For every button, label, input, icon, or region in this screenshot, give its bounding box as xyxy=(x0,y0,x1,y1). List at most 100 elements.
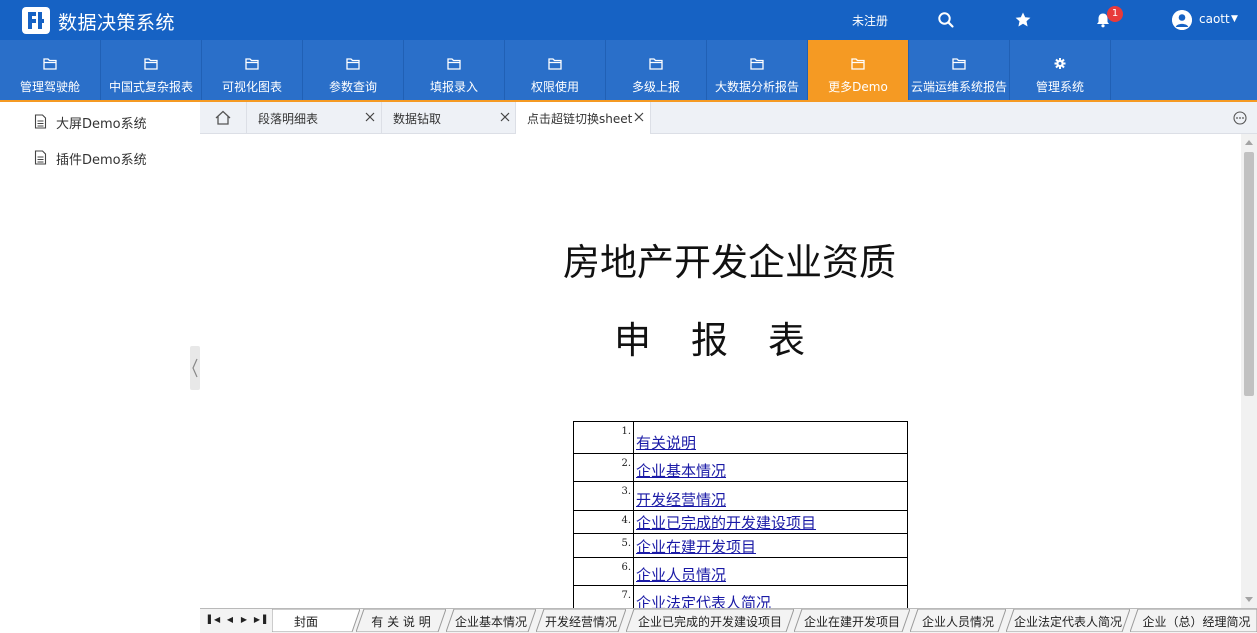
table-of-contents: 1. 有关说明 2. 企业基本情况 3. 开发经营情况 4. 企业已完成的开发建… xyxy=(573,421,908,608)
sheet-tab-general-manager[interactable]: 企业（总）经理简况 xyxy=(1130,609,1257,632)
nav-item-label: 多级上报 xyxy=(631,80,680,94)
sheet-tab-personnel[interactable]: 企业人员情况 xyxy=(910,609,1006,632)
nav-item-label: 云端运维系统报告 xyxy=(910,80,1007,94)
table-row: 2. 企业基本情况 xyxy=(573,453,908,482)
folder-icon xyxy=(649,58,663,70)
sheet-tab-completed-projects[interactable]: 企业已完成的开发建设项目 xyxy=(626,609,794,632)
chevron-left-icon xyxy=(192,358,198,378)
nav-item-label: 管理系统 xyxy=(1035,80,1084,94)
tab-data-drill[interactable]: 数据钻取 xyxy=(382,102,516,133)
nav-item-cloud-ops[interactable]: 云端运维系统报告 xyxy=(909,40,1010,100)
nav-item-label: 填报录入 xyxy=(429,80,478,94)
sidebar-item-label: 大屏Demo系统 xyxy=(56,117,147,132)
scrollbar-thumb[interactable] xyxy=(1244,152,1254,396)
close-icon[interactable] xyxy=(364,111,376,123)
gear-icon xyxy=(1054,58,1066,69)
nav-item-param-query[interactable]: 参数查询 xyxy=(303,40,404,100)
sidebar: 大屏Demo系统 插件Demo系统 xyxy=(0,102,200,632)
home-icon xyxy=(215,110,231,125)
caret-down-icon[interactable]: ▼ xyxy=(1231,14,1238,24)
nav-item-cockpit[interactable]: 管理驾驶舱 xyxy=(0,40,101,100)
report-subtitle: 申报表 xyxy=(614,319,845,362)
nav-item-permissions[interactable]: 权限使用 xyxy=(505,40,606,100)
table-row: 6. 企业人员情况 xyxy=(573,557,908,586)
search-icon[interactable] xyxy=(937,11,955,29)
tab-home[interactable] xyxy=(200,102,247,133)
sheet-tab-notes[interactable]: 有 关 说 明 xyxy=(356,609,446,632)
folder-icon xyxy=(952,58,966,70)
sheet-tab-label: 企业（总）经理简况 xyxy=(1142,615,1251,629)
nav-item-bigdata-report[interactable]: 大数据分析报告 xyxy=(707,40,808,100)
register-status[interactable]: 未注册 xyxy=(852,12,888,29)
user-name[interactable]: caott xyxy=(1199,12,1230,26)
top-bar: 数据决策系统 未注册 1 caott ▼ xyxy=(0,0,1257,40)
table-row: 3. 开发经营情况 xyxy=(573,481,908,511)
sheet-tab-operations[interactable]: 开发经营情况 xyxy=(536,609,626,632)
sheet-tab-label: 企业基本情况 xyxy=(454,615,527,629)
toc-link[interactable]: 企业基本情况 xyxy=(636,462,726,480)
toc-link[interactable]: 开发经营情况 xyxy=(636,491,726,509)
close-icon[interactable] xyxy=(499,111,511,123)
user-avatar-icon[interactable] xyxy=(1172,10,1192,30)
tab-label: 段落明细表 xyxy=(258,112,319,126)
toc-number: 4. xyxy=(573,510,634,534)
star-icon[interactable] xyxy=(1014,11,1032,29)
sheet-tab-ongoing-projects[interactable]: 企业在建开发项目 xyxy=(794,609,910,632)
nav-item-label: 管理驾驶舱 xyxy=(19,80,80,94)
table-row: 1. 有关说明 xyxy=(573,421,908,454)
toc-link[interactable]: 企业已完成的开发建设项目 xyxy=(636,514,816,532)
tab-hyperlink-switch-sheet[interactable]: 点击超链切换sheet xyxy=(516,102,651,134)
folder-icon xyxy=(447,58,461,70)
scroll-down-arrow-icon[interactable] xyxy=(1245,597,1253,602)
folder-icon xyxy=(144,58,158,70)
last-sheet-icon[interactable]: ▶▐ xyxy=(253,613,267,627)
sidebar-collapse-handle[interactable] xyxy=(190,346,200,390)
table-row: 5. 企业在建开发项目 xyxy=(573,533,908,558)
sheet-tab-label: 有 关 说 明 xyxy=(371,615,431,629)
tab-label: 数据钻取 xyxy=(393,112,442,126)
report-title: 房地产开发企业资质 xyxy=(563,241,896,284)
sidebar-item-label: 插件Demo系统 xyxy=(56,153,147,168)
folder-icon xyxy=(43,58,57,70)
folder-icon xyxy=(346,58,360,70)
sheet-tab-label: 企业人员情况 xyxy=(921,615,994,629)
toc-link[interactable]: 企业在建开发项目 xyxy=(636,538,756,556)
notification-badge: 1 xyxy=(1107,6,1123,22)
toc-number: 7. xyxy=(573,585,634,608)
sheet-tab-legal-representative[interactable]: 企业法定代表人简况 xyxy=(1006,609,1130,632)
nav-item-label: 可视化图表 xyxy=(221,80,282,94)
nav-item-more-demo[interactable]: 更多Demo xyxy=(808,40,909,100)
sheet-tab-basic-info[interactable]: 企业基本情况 xyxy=(446,609,536,632)
folder-icon xyxy=(750,58,764,70)
toc-number: 5. xyxy=(573,533,634,558)
document-icon xyxy=(34,150,47,165)
next-sheet-icon[interactable]: ▶ xyxy=(237,613,251,627)
sheet-tab-label: 企业法定代表人简况 xyxy=(1013,615,1122,629)
scroll-up-arrow-icon[interactable] xyxy=(1245,140,1253,145)
app-logo-icon xyxy=(22,7,50,34)
toc-link[interactable]: 企业法定代表人简况 xyxy=(636,594,771,608)
table-row: 7. 企业法定代表人简况 xyxy=(573,585,908,608)
sheet-tab-bar: ▌◀ ◀ ▶ ▶▐ 封面 有 关 说 明 企业基本情况 开发经营情况 企业已完成… xyxy=(200,608,1257,633)
sheet-tab-label: 封面 xyxy=(293,615,318,629)
nav-item-label: 参数查询 xyxy=(328,80,377,94)
nav-item-multilevel-report[interactable]: 多级上报 xyxy=(606,40,707,100)
first-sheet-icon[interactable]: ▌◀ xyxy=(207,613,221,627)
tab-label: 点击超链切换sheet xyxy=(527,112,633,126)
sheet-tab-cover[interactable]: 封面 xyxy=(272,609,360,632)
vertical-scrollbar[interactable] xyxy=(1241,134,1257,608)
nav-item-management[interactable]: 管理系统 xyxy=(1010,40,1111,100)
folder-icon xyxy=(851,58,865,70)
toc-link[interactable]: 有关说明 xyxy=(636,434,696,452)
more-options-icon[interactable] xyxy=(1233,111,1247,125)
nav-item-charts[interactable]: 可视化图表 xyxy=(202,40,303,100)
close-icon[interactable] xyxy=(633,111,645,123)
nav-item-data-entry[interactable]: 填报录入 xyxy=(404,40,505,100)
toc-link[interactable]: 企业人员情况 xyxy=(636,566,726,584)
tab-paragraph-detail[interactable]: 段落明细表 xyxy=(247,102,382,133)
folder-icon xyxy=(245,58,259,70)
toc-number: 6. xyxy=(573,557,634,586)
nav-item-label: 权限使用 xyxy=(530,80,579,94)
prev-sheet-icon[interactable]: ◀ xyxy=(223,613,237,627)
nav-item-complex-report[interactable]: 中国式复杂报表 xyxy=(101,40,202,100)
